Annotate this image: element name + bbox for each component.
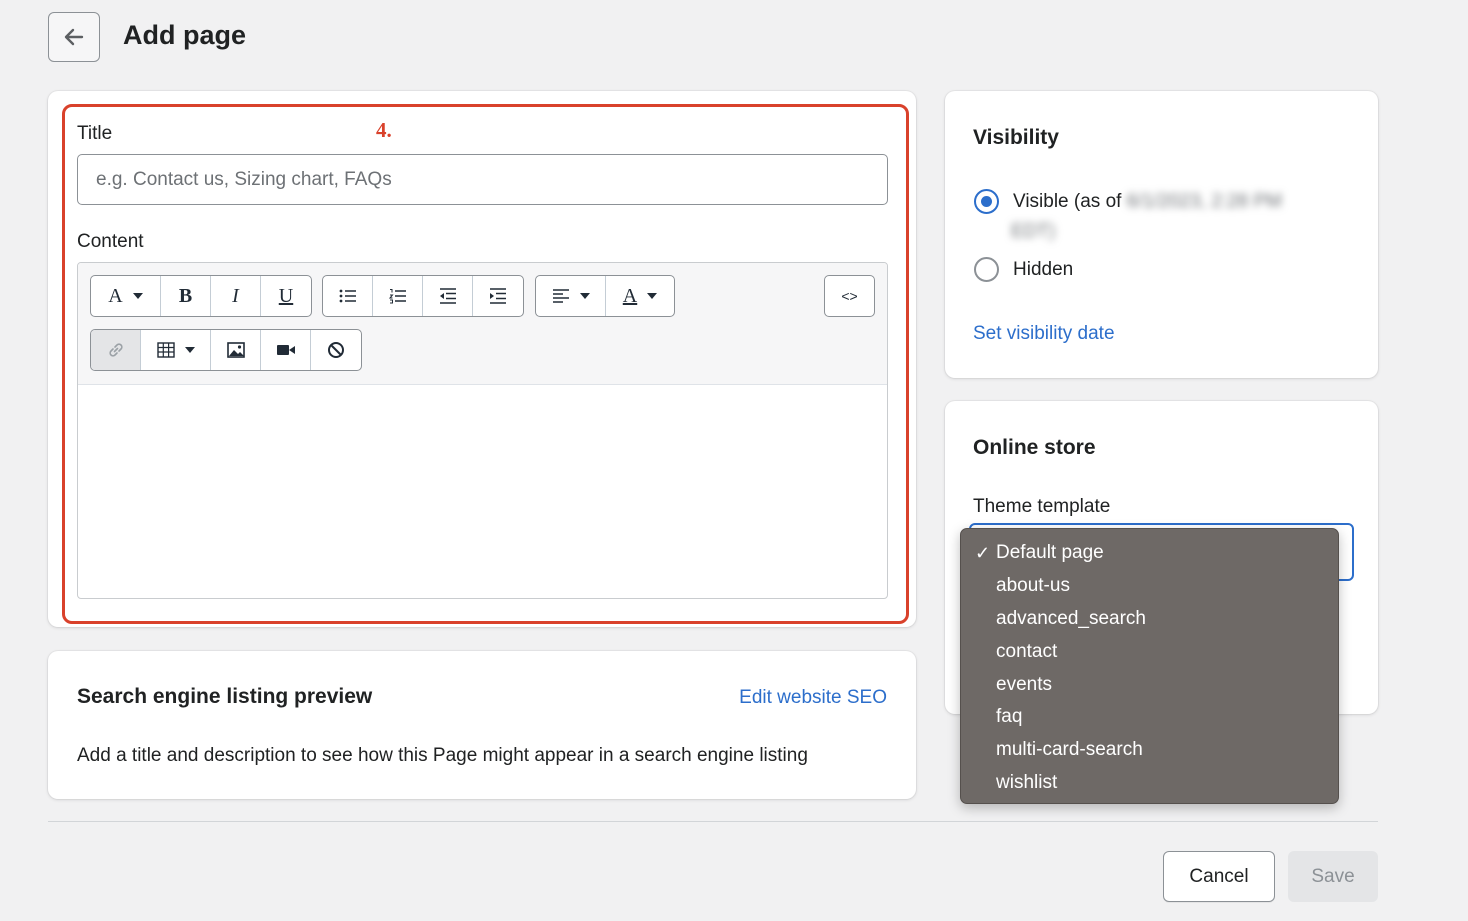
link-icon <box>108 343 123 357</box>
clear-formatting-button[interactable] <box>311 330 361 370</box>
code-icon: <> <box>841 288 858 304</box>
text-color-icon: A <box>622 284 638 307</box>
insert-link-button[interactable] <box>91 330 141 370</box>
editor-toolbar: A B I U A <> <box>78 263 887 385</box>
dropdown-option-contact[interactable]: contact <box>961 635 1338 668</box>
italic-icon: I <box>232 284 239 307</box>
dropdown-option-faq[interactable]: faq <box>961 701 1338 734</box>
underline-button[interactable]: U <box>261 276 311 316</box>
title-input[interactable] <box>77 154 888 205</box>
visibility-title: Visibility <box>973 126 1059 149</box>
visible-radio[interactable] <box>974 189 999 214</box>
seo-description: Add a title and description to see how t… <box>77 745 808 766</box>
source-group: <> <box>824 275 875 317</box>
seo-title: Search engine listing preview <box>77 685 373 708</box>
theme-template-label: Theme template <box>973 496 1111 517</box>
arrow-left-icon <box>64 28 84 46</box>
chevron-down-icon <box>132 293 143 299</box>
set-visibility-date-link[interactable]: Set visibility date <box>973 323 1115 345</box>
dropdown-option-multi-card-search[interactable]: multi-card-search <box>961 734 1338 767</box>
save-button[interactable]: Save <box>1288 851 1378 902</box>
back-button[interactable] <box>48 12 100 62</box>
numbered-list-button[interactable] <box>373 276 423 316</box>
edit-seo-link[interactable]: Edit website SEO <box>739 687 887 709</box>
hidden-radio[interactable] <box>974 257 999 282</box>
insert-table-dropdown[interactable] <box>141 330 211 370</box>
outdent-button[interactable] <box>423 276 473 316</box>
cancel-button[interactable]: Cancel <box>1163 851 1275 902</box>
italic-button[interactable]: I <box>211 276 261 316</box>
show-html-button[interactable]: <> <box>825 276 874 316</box>
title-label: Title <box>77 123 113 144</box>
visibility-card: Visibility Visible (as of 6/1/2023, 2:28… <box>945 91 1378 378</box>
numbered-list-icon <box>388 289 406 304</box>
bullet-list-icon <box>339 289 356 303</box>
align-color-group: A <box>535 275 675 317</box>
indent-icon <box>490 288 506 304</box>
insert-image-button[interactable] <box>211 330 261 370</box>
bold-icon: B <box>178 284 193 307</box>
outdent-icon <box>439 288 456 304</box>
visible-timezone: EDT) <box>1011 221 1056 242</box>
insert-video-button[interactable] <box>261 330 311 370</box>
table-icon <box>156 342 175 358</box>
dropdown-option-about-us[interactable]: about-us <box>961 570 1338 603</box>
footer-divider <box>48 821 1378 822</box>
chevron-down-icon <box>647 293 658 299</box>
page-title: Add page <box>123 20 247 50</box>
text-color-dropdown[interactable]: A <box>606 276 674 316</box>
insert-group <box>90 329 362 371</box>
visible-label: Visible (as of 6/1/2023, 2:28 PM <box>1013 191 1282 212</box>
chevron-down-icon <box>184 347 195 353</box>
content-label: Content <box>77 231 144 252</box>
online-store-title: Online store <box>973 436 1096 459</box>
underline-icon: U <box>278 284 294 307</box>
editor-content-area[interactable] <box>78 385 887 598</box>
font-icon: A <box>108 284 123 307</box>
bullet-list-button[interactable] <box>323 276 373 316</box>
clear-formatting-icon <box>328 342 344 358</box>
theme-template-dropdown: ✓ Default page about-us advanced_search c… <box>960 528 1339 804</box>
bold-button[interactable]: B <box>161 276 211 316</box>
indent-button[interactable] <box>473 276 523 316</box>
align-dropdown[interactable] <box>536 276 606 316</box>
image-icon <box>226 342 245 358</box>
text-format-group: A B I U <box>90 275 312 317</box>
dropdown-option-wishlist[interactable]: wishlist <box>961 767 1338 800</box>
chevron-down-icon <box>579 293 590 299</box>
annotation-step-number: 4. <box>376 118 392 142</box>
visible-date: 6/1/2023, 2:28 PM <box>1126 191 1282 212</box>
font-style-dropdown[interactable]: A <box>91 276 161 316</box>
checkmark-icon: ✓ <box>975 542 991 563</box>
dropdown-option-advanced-search[interactable]: advanced_search <box>961 603 1338 636</box>
dropdown-option-default-page[interactable]: ✓ Default page <box>961 537 1338 570</box>
list-group <box>322 275 524 317</box>
video-icon <box>276 345 295 355</box>
seo-preview-card: Search engine listing preview Edit websi… <box>48 651 916 799</box>
hidden-label: Hidden <box>1013 259 1074 280</box>
rich-text-editor: A B I U A <> <box>77 262 888 599</box>
align-left-icon <box>552 289 569 303</box>
dropdown-option-events[interactable]: events <box>961 668 1338 701</box>
